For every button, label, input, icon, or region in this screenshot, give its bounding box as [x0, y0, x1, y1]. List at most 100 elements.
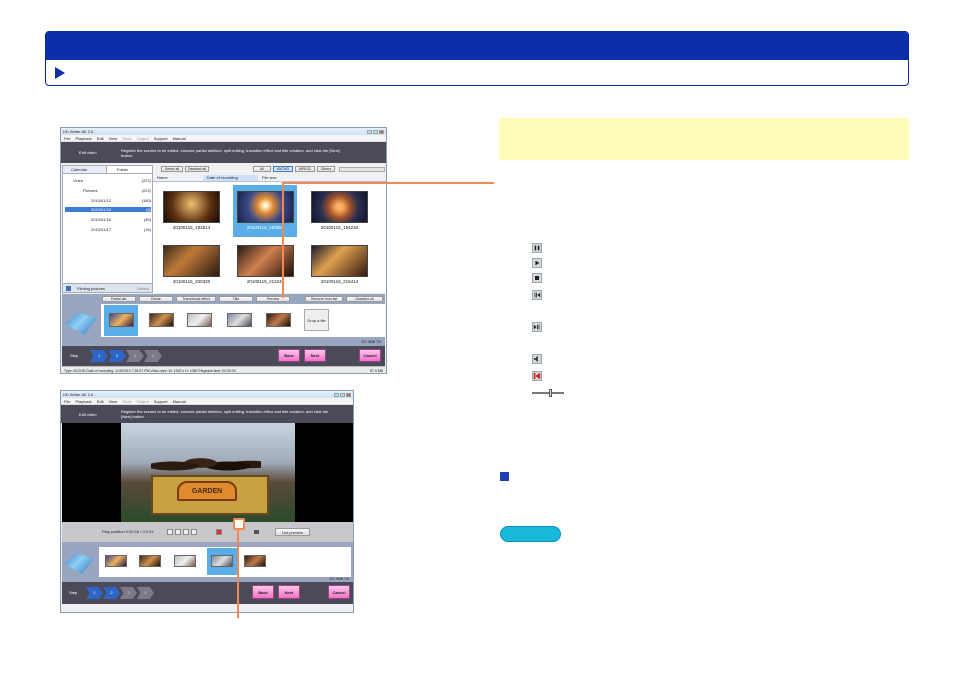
maximize-button[interactable] [373, 129, 378, 134]
clip-thumbnail[interactable] [227, 313, 252, 327]
view-size-slider[interactable] [339, 167, 385, 172]
menu-file[interactable]: File [64, 136, 70, 141]
frame-back-button[interactable] [183, 529, 189, 535]
edit-list: Drop a file [101, 304, 385, 337]
back-button[interactable]: Back [252, 585, 274, 599]
tree-item-pictures[interactable]: Pictures (222) [65, 188, 151, 193]
tree-item-date-selected[interactable]: 2010/01/15 (6) [65, 207, 151, 212]
tree-item-date[interactable]: 2010/01/16 (45) [65, 217, 151, 222]
maximize-button[interactable] [340, 392, 345, 397]
title-button[interactable]: Title [219, 296, 253, 302]
minimize-button[interactable] [367, 129, 372, 134]
pause-icon [532, 243, 542, 253]
play-button[interactable] [167, 529, 173, 535]
menu-output[interactable]: Output [137, 399, 149, 404]
filter-others[interactable]: Others [317, 166, 335, 172]
tree-label: 2010/01/16 [91, 217, 112, 222]
clip-thumbnail[interactable] [174, 555, 196, 567]
menu-support[interactable]: Support [154, 136, 168, 141]
tree-item-date[interactable]: 2010/01/12 (180) [65, 198, 151, 203]
mute-button[interactable] [216, 529, 222, 535]
menu-view[interactable]: View [109, 399, 118, 404]
tab-folder[interactable]: Folder [106, 166, 152, 173]
close-button[interactable] [379, 129, 384, 134]
filming-pictures-tab[interactable]: Filming pictures [77, 286, 105, 291]
clip-thumbnail[interactable] [149, 313, 174, 327]
menu-support[interactable]: Support [154, 399, 168, 404]
col-size[interactable]: File size [258, 175, 308, 181]
col-name[interactable]: Name [153, 175, 203, 181]
home-icon[interactable] [66, 285, 71, 291]
filter-mpeg2[interactable]: MPEG2 [295, 166, 315, 172]
header-bar [46, 32, 908, 60]
next-button[interactable]: Next [278, 585, 300, 599]
clip-thumbnail[interactable] [266, 313, 291, 327]
tab-calendar[interactable]: Calendar [63, 166, 106, 173]
clip-thumbnail[interactable] [109, 313, 134, 327]
tree-count: (45) [143, 217, 151, 222]
stop-button[interactable] [175, 529, 181, 535]
menu-bar: File Playback Edit View Tools Output Sup… [61, 135, 386, 142]
preview-button[interactable]: Preview [256, 296, 290, 302]
menu-file[interactable]: File [64, 399, 70, 404]
scissors-film-icon [65, 312, 97, 335]
clip-thumbnail[interactable] [187, 313, 212, 327]
deselect-all-list-button[interactable]: Deselect all [346, 296, 383, 302]
col-date[interactable]: Date of recording [203, 175, 258, 181]
step-indicators: 1 2 3 4 [86, 587, 154, 599]
transition-effect-button[interactable]: Transitional effect [176, 296, 216, 302]
video-thumbnail[interactable] [163, 191, 220, 223]
instruction-text: Register the scenes to be edited, execut… [121, 409, 329, 419]
video-thumbnail[interactable] [311, 245, 368, 277]
video-preview: GARDEN [62, 423, 353, 522]
drop-a-file-area[interactable]: Drop a file [304, 309, 329, 331]
menu-view[interactable]: View [109, 136, 118, 141]
status-size: 57.9 MB [369, 368, 383, 373]
menu-tools[interactable]: Tools [122, 399, 131, 404]
window-title: HD Writer AE 2.6 [63, 129, 94, 134]
minimize-button[interactable] [334, 392, 339, 397]
menu-manual[interactable]: Manual [173, 399, 186, 404]
tree-label: Video [73, 178, 84, 183]
tree-item-video[interactable]: Video (222) [65, 178, 151, 183]
clip-thumbnail[interactable] [139, 555, 161, 567]
clip-thumbnail[interactable] [211, 555, 233, 567]
select-all-button[interactable]: Select all [161, 166, 183, 172]
deselect-all-button[interactable]: Deselect all [185, 166, 209, 172]
frame-forward-button[interactable] [191, 529, 197, 535]
video-thumbnail[interactable] [311, 191, 368, 223]
cancel-button[interactable]: Cancel [328, 585, 350, 599]
menu-manual[interactable]: Manual [173, 136, 186, 141]
filter-all[interactable]: All [253, 166, 271, 172]
remove-from-list-button[interactable]: Remove from list [305, 296, 343, 302]
clip-thumbnail[interactable] [244, 555, 266, 567]
partial-delete-button[interactable]: Partial del. [102, 296, 136, 302]
video-thumbnail[interactable] [163, 245, 220, 277]
divide-button[interactable]: Divide [139, 296, 173, 302]
tree-item-date[interactable]: 2010/01/17 (16) [65, 227, 151, 232]
clip-thumbnail[interactable] [105, 555, 127, 567]
menu-edit[interactable]: Edit [97, 136, 104, 141]
menu-edit[interactable]: Edit [97, 399, 104, 404]
back-button[interactable]: Back [278, 349, 300, 362]
size-label: 207.0MB 7/0 [329, 577, 349, 581]
details-tab[interactable]: Details [137, 286, 149, 291]
menu-output[interactable]: Output [137, 136, 149, 141]
step-4: 4 [137, 587, 154, 599]
filter-avchd[interactable]: AVCHD [273, 166, 293, 172]
video-thumbnail[interactable] [237, 245, 294, 277]
step-1: 1 [90, 350, 108, 362]
volume-icon[interactable] [254, 530, 259, 534]
step-label: Step [70, 353, 79, 358]
video-thumbnail[interactable] [237, 191, 294, 223]
slider-track [532, 392, 564, 394]
cancel-button[interactable]: Cancel [359, 349, 381, 362]
menu-playback[interactable]: Playback [75, 399, 91, 404]
menu-playback[interactable]: Playback [75, 136, 91, 141]
menu-tools[interactable]: Tools [122, 136, 131, 141]
list-preview-button[interactable]: List preview [275, 528, 310, 536]
next-button[interactable]: Next [304, 349, 326, 362]
thumbnail-caption: 20100115_193957 [246, 225, 285, 230]
close-button[interactable] [346, 392, 351, 397]
tree-count: (180) [141, 198, 151, 203]
